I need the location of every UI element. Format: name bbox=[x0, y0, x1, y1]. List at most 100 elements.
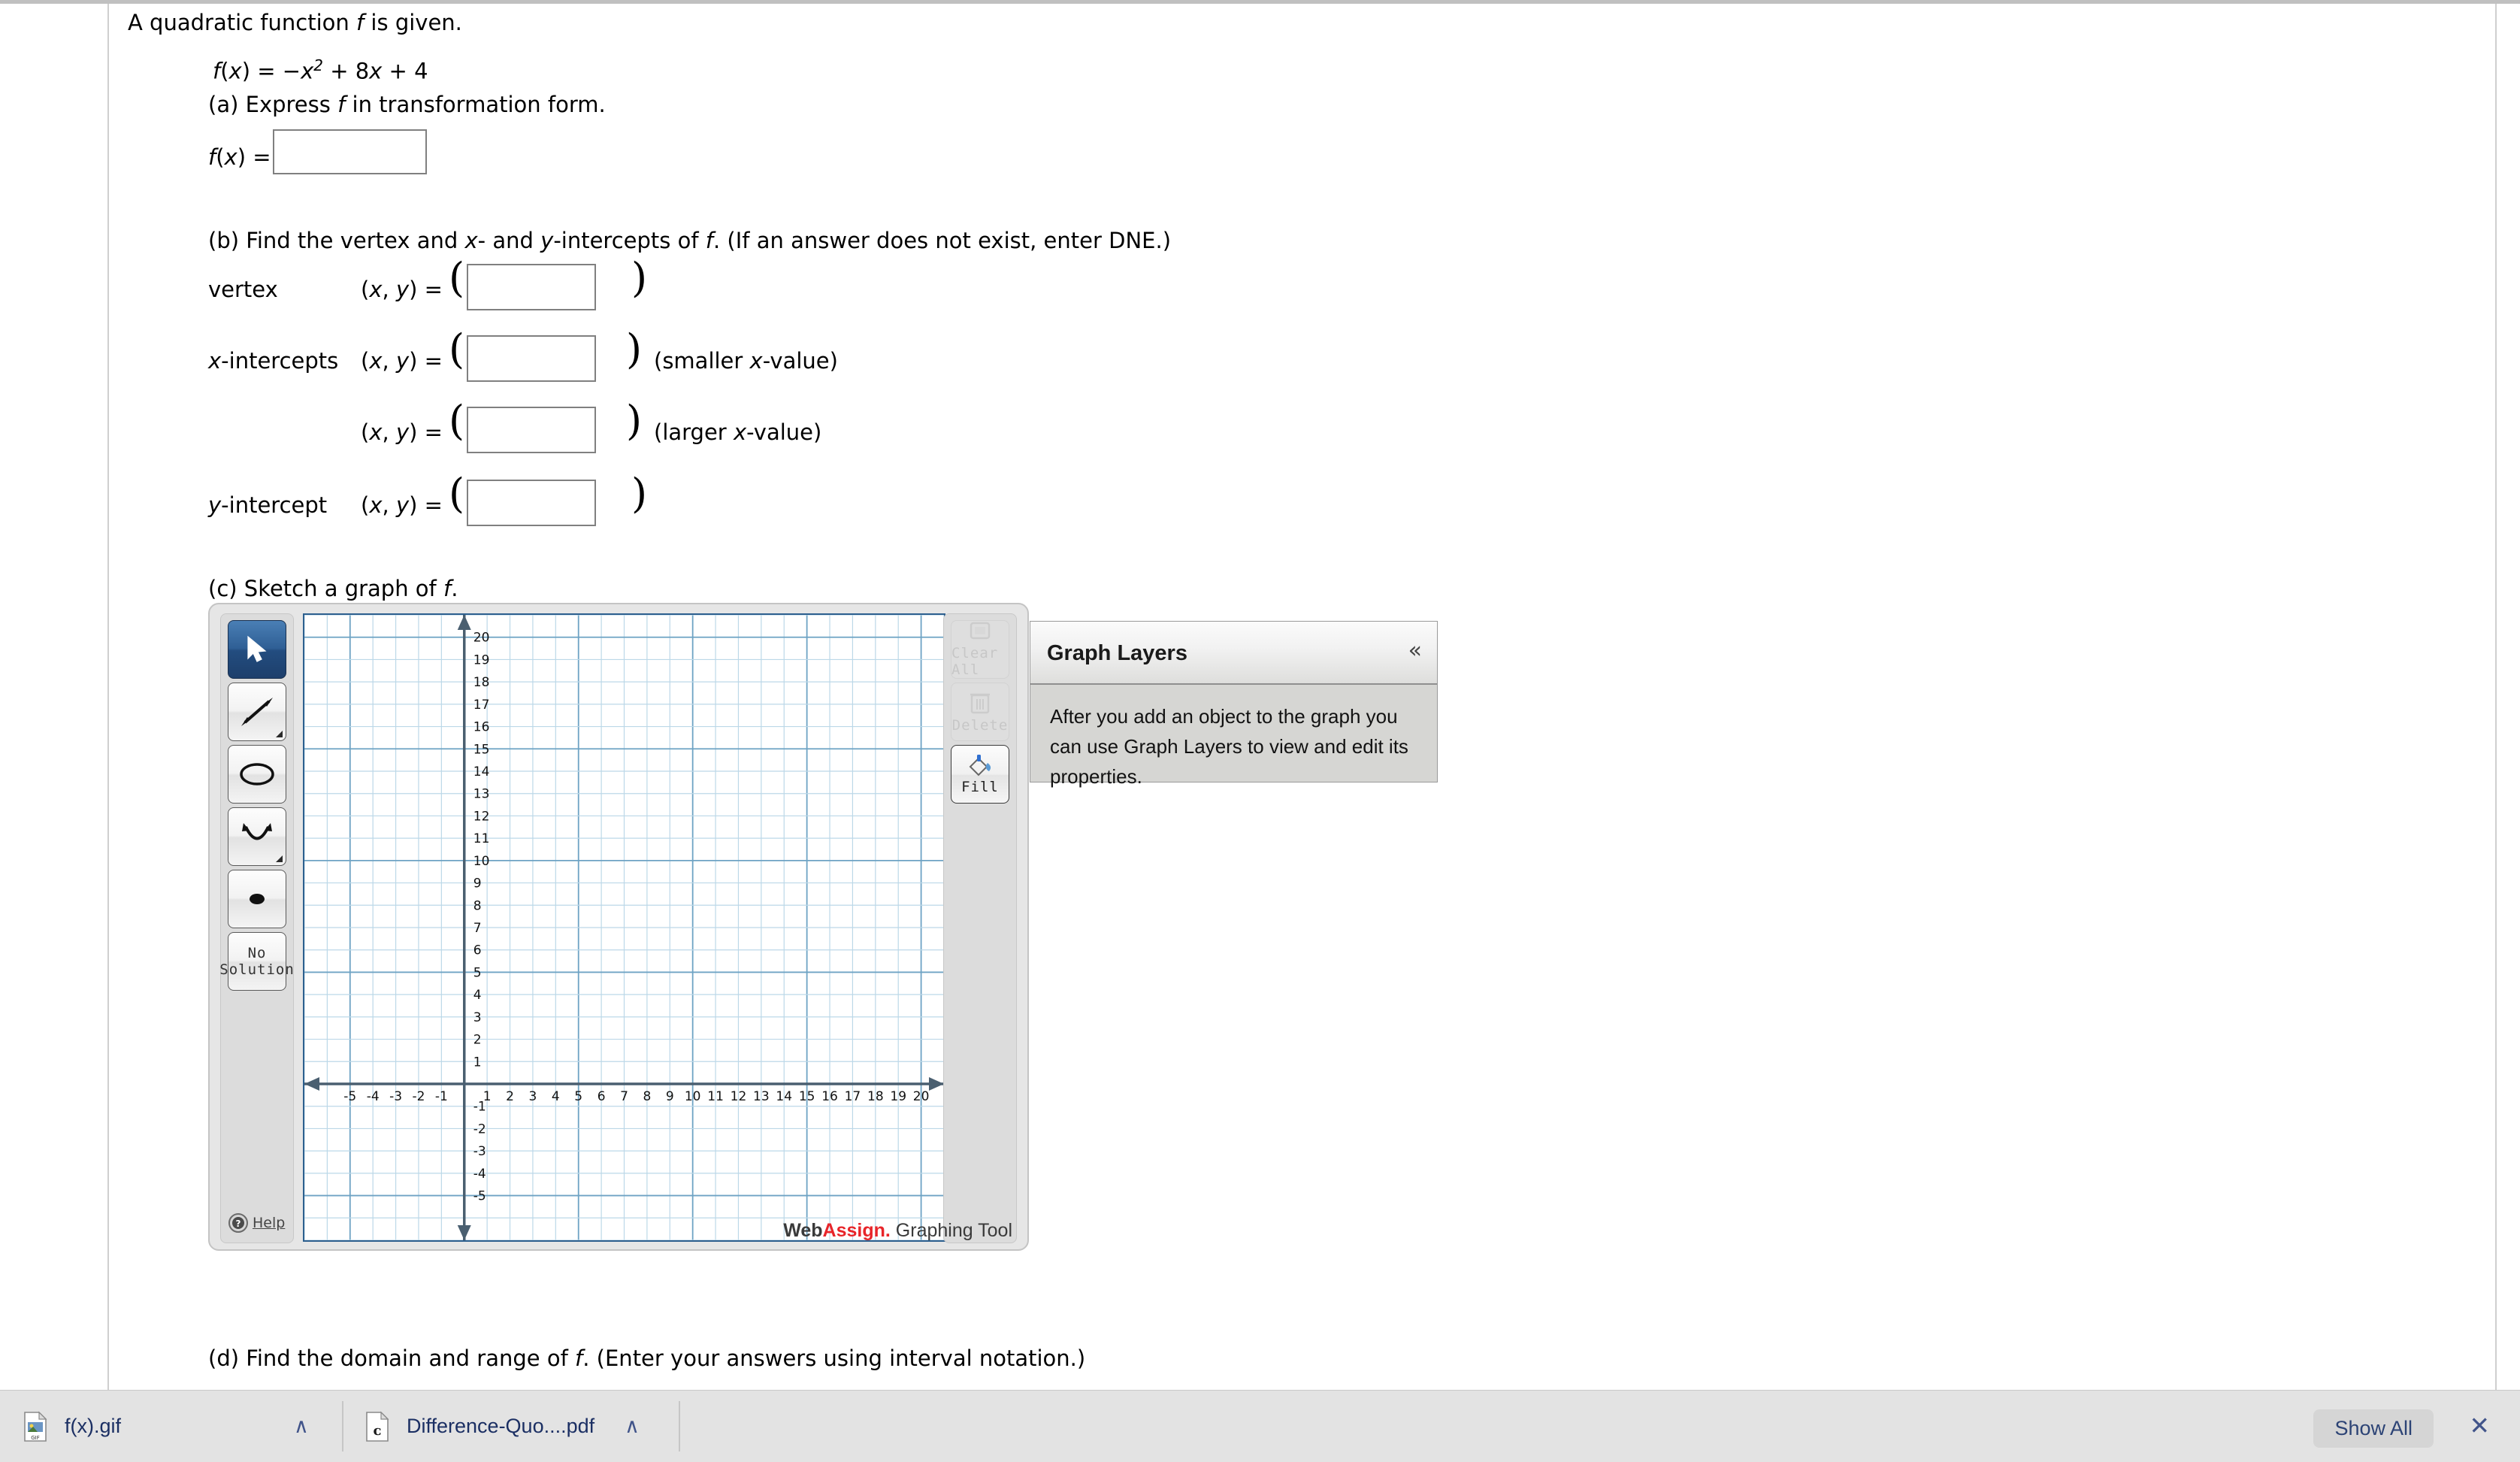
y-intercept-label: y-intercept bbox=[208, 492, 328, 518]
svg-text:-2: -2 bbox=[473, 1121, 486, 1137]
clear-all-button[interactable]: Clear All bbox=[951, 620, 1009, 679]
svg-text:18: 18 bbox=[867, 1089, 884, 1104]
svg-text:3: 3 bbox=[529, 1089, 537, 1104]
vertex-paren-close: ) bbox=[631, 254, 648, 301]
svg-text:-4: -4 bbox=[473, 1167, 486, 1182]
webassign-assign: Assign. bbox=[822, 1220, 891, 1241]
svg-text:20: 20 bbox=[473, 631, 490, 646]
download-separator-0 bbox=[342, 1401, 343, 1451]
chevron-double-left-icon[interactable]: « bbox=[1408, 640, 1422, 662]
svg-text:13: 13 bbox=[753, 1089, 770, 1104]
submenu-caret-icon[interactable] bbox=[276, 855, 283, 862]
double-arrow-line-icon bbox=[241, 698, 273, 726]
graph-toolbar: No Solution ? Help bbox=[219, 613, 294, 1243]
tool-parabola[interactable] bbox=[228, 807, 286, 866]
part-a-input[interactable] bbox=[273, 129, 427, 174]
svg-text:6: 6 bbox=[597, 1089, 606, 1104]
svg-text:-1: -1 bbox=[473, 1100, 486, 1115]
fill-button[interactable]: Fill bbox=[951, 745, 1009, 804]
download-item-0-caret[interactable]: ∧ bbox=[294, 1415, 309, 1438]
parabola-icon bbox=[242, 823, 272, 840]
y-intercept-coord-label: (x, y) = bbox=[361, 492, 443, 518]
tool-pointer[interactable] bbox=[228, 620, 286, 679]
svg-text:15: 15 bbox=[473, 742, 490, 757]
ellipse-icon bbox=[240, 763, 274, 785]
show-all-downloads-button[interactable]: Show All bbox=[2313, 1409, 2434, 1448]
svg-text:15: 15 bbox=[799, 1089, 815, 1104]
tool-no-solution[interactable]: No Solution bbox=[219, 932, 294, 991]
x-intercept-small-input[interactable] bbox=[467, 335, 596, 382]
svg-text:-5: -5 bbox=[473, 1189, 486, 1204]
svg-text:5: 5 bbox=[574, 1089, 582, 1104]
svg-text:17: 17 bbox=[845, 1089, 861, 1104]
svg-text:12: 12 bbox=[473, 809, 490, 824]
x-intercept-small-paren-open: ( bbox=[449, 325, 465, 373]
pointer-icon bbox=[247, 635, 267, 662]
svg-text:1: 1 bbox=[473, 1055, 482, 1070]
svg-text:9: 9 bbox=[666, 1089, 674, 1104]
webassign-web: Web bbox=[783, 1220, 823, 1241]
submenu-caret-icon[interactable] bbox=[276, 731, 283, 737]
close-icon[interactable]: ✕ bbox=[2469, 1413, 2490, 1438]
x-intercept-large-coord-label: (x, y) = bbox=[361, 419, 443, 445]
tool-line[interactable] bbox=[228, 683, 286, 741]
help-link[interactable]: ? Help bbox=[228, 1209, 286, 1236]
download-item-0[interactable]: GIF f(x).gif ∧ bbox=[23, 1391, 309, 1462]
svg-text:8: 8 bbox=[473, 898, 482, 913]
y-intercept-input[interactable] bbox=[467, 480, 596, 526]
svg-text:11: 11 bbox=[707, 1089, 724, 1104]
download-separator-1 bbox=[679, 1401, 680, 1451]
paint-bucket-icon bbox=[969, 755, 991, 776]
svg-text:?: ? bbox=[236, 1218, 241, 1229]
part-b-prompt: (b) Find the vertex and x- and y-interce… bbox=[208, 228, 1172, 253]
x-intercept-small-note: (smaller x-value) bbox=[654, 348, 838, 374]
graph-canvas[interactable]: -5 -4 -3 -2 -1 1 2 3 4 5 6 7 8 9 10 11 12 13 14 15 16 17 18 19 2… bbox=[303, 613, 945, 1242]
webassign-footer: WebAssign. Graphing Tool bbox=[783, 1220, 1012, 1242]
help-label: Help bbox=[253, 1215, 286, 1231]
download-item-1[interactable]: ᴄ Difference-Quo....pdf ∧ bbox=[365, 1391, 640, 1462]
pdf-file-icon: ᴄ bbox=[366, 1411, 389, 1442]
vertex-coord-label: (x, y) = bbox=[361, 277, 443, 302]
x-intercept-large-paren-open: ( bbox=[449, 397, 465, 444]
part-d-prompt: (d) Find the domain and range of f. (Ent… bbox=[208, 1345, 1086, 1371]
x-intercept-large-paren-close: ) bbox=[626, 397, 643, 444]
x-intercept-large-note: (larger x-value) bbox=[654, 419, 822, 445]
svg-text:3: 3 bbox=[473, 1010, 482, 1025]
vertex-input[interactable] bbox=[467, 264, 596, 310]
graph-layers-header: Graph Layers « bbox=[1030, 622, 1437, 685]
y-intercept-paren-open: ( bbox=[449, 470, 465, 517]
part-c-prompt: (c) Sketch a graph of f. bbox=[208, 576, 458, 601]
graph-layers-body: After you add an object to the graph you… bbox=[1050, 705, 1408, 788]
graphing-tool: No Solution ? Help -5 -4 -3 -2 -1 1 2 3 4 5 6 7 8 9 10… bbox=[208, 603, 1029, 1251]
svg-text:17: 17 bbox=[473, 698, 490, 713]
x-intercepts-label: x-intercepts bbox=[208, 348, 339, 374]
trash-icon bbox=[970, 693, 990, 714]
coordinate-plane[interactable]: -5 -4 -3 -2 -1 1 2 3 4 5 6 7 8 9 10 11 12 13 14 15 16 17 18 19 2… bbox=[304, 615, 944, 1240]
tool-no-solution-label: No Solution bbox=[219, 945, 295, 978]
webassign-tool-name: Graphing Tool bbox=[895, 1220, 1012, 1241]
svg-text:10: 10 bbox=[685, 1089, 701, 1104]
vertex-label: vertex bbox=[208, 277, 278, 302]
svg-text:-5: -5 bbox=[343, 1089, 356, 1104]
download-item-1-name: Difference-Quo....pdf bbox=[407, 1415, 595, 1437]
x-intercept-large-input[interactable] bbox=[467, 407, 596, 453]
svg-text:12: 12 bbox=[731, 1089, 747, 1104]
svg-text:4: 4 bbox=[552, 1089, 560, 1104]
svg-text:14: 14 bbox=[473, 764, 490, 779]
clear-all-icon bbox=[970, 622, 991, 640]
y-intercept-paren-close: ) bbox=[631, 470, 648, 517]
delete-button[interactable]: Delete bbox=[951, 683, 1009, 741]
graph-layers-title: Graph Layers bbox=[1047, 641, 1187, 665]
svg-text:19: 19 bbox=[473, 652, 490, 667]
svg-text:7: 7 bbox=[620, 1089, 628, 1104]
download-item-1-caret[interactable]: ∧ bbox=[625, 1415, 640, 1438]
tool-point[interactable] bbox=[228, 870, 286, 928]
svg-text:11: 11 bbox=[473, 831, 490, 846]
svg-text:ᴄ: ᴄ bbox=[374, 1423, 382, 1439]
tool-circle[interactable] bbox=[228, 745, 286, 804]
gif-file-icon: GIF bbox=[24, 1411, 47, 1442]
page-root: A quadratic function f is given. f(x) = … bbox=[0, 0, 2520, 1462]
graph-action-strip: Clear All Delete Fill bbox=[943, 613, 1017, 1243]
download-item-0-name: f(x).gif bbox=[65, 1415, 122, 1437]
fill-label: Fill bbox=[961, 779, 999, 795]
